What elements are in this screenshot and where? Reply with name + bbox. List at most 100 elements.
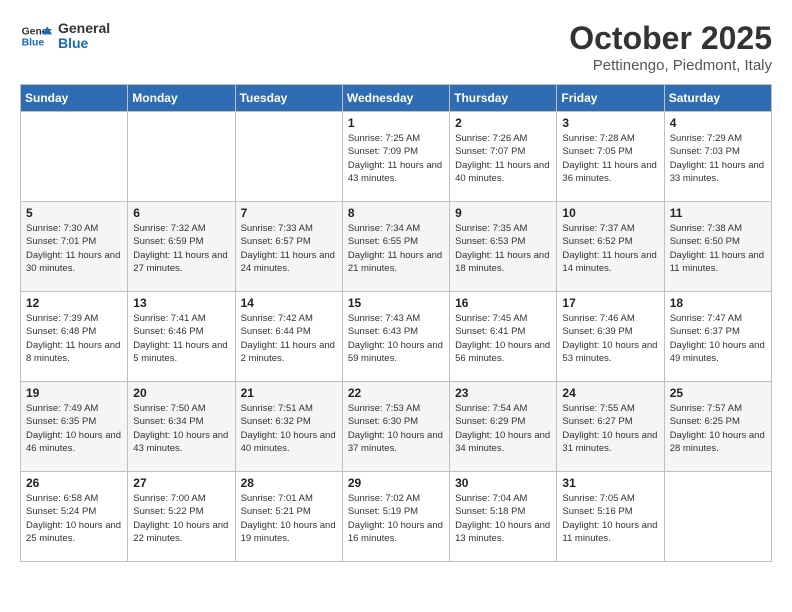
day-info: Sunrise: 7:01 AM Sunset: 5:21 PM Dayligh… [241, 492, 337, 545]
column-header-wednesday: Wednesday [342, 85, 449, 112]
day-info: Sunrise: 7:00 AM Sunset: 5:22 PM Dayligh… [133, 492, 229, 545]
day-cell: 9Sunrise: 7:35 AM Sunset: 6:53 PM Daylig… [450, 202, 557, 292]
day-info: Sunrise: 6:58 AM Sunset: 5:24 PM Dayligh… [26, 492, 122, 545]
day-cell: 27 Sunrise: 7:00 AM Sunset: 5:22 PM Dayli… [128, 472, 235, 562]
day-number: 18 [670, 296, 766, 310]
day-number: 23 [455, 386, 551, 400]
day-number: 4 [670, 116, 766, 130]
day-number: 22 [348, 386, 444, 400]
day-info: Sunrise: 7:50 AM Sunset: 6:34 PM Dayligh… [133, 402, 229, 455]
day-cell [21, 112, 128, 202]
column-header-tuesday: Tuesday [235, 85, 342, 112]
page-header: General Blue General Blue October 2025 P… [20, 20, 772, 74]
day-info: Sunrise: 7:02 AM Sunset: 5:19 PM Dayligh… [348, 492, 444, 545]
column-header-thursday: Thursday [450, 85, 557, 112]
day-cell: 25 Sunrise: 7:57 AM Sunset: 6:25 PM Dayli… [664, 382, 771, 472]
day-cell: 18 Sunrise: 7:47 AM Sunset: 6:37 PM Dayli… [664, 292, 771, 382]
day-cell: 16Sunrise: 7:45 AM Sunset: 6:41 PM Dayli… [450, 292, 557, 382]
day-cell: 5 Sunrise: 7:30 AM Sunset: 7:01 PM Daylig… [21, 202, 128, 292]
day-cell: 23Sunrise: 7:54 AM Sunset: 6:29 PM Dayli… [450, 382, 557, 472]
day-cell: 29 Sunrise: 7:02 AM Sunset: 5:19 PM Dayli… [342, 472, 449, 562]
day-info: Sunrise: 7:55 AM Sunset: 6:27 PM Dayligh… [562, 402, 658, 455]
day-info: Sunrise: 7:57 AM Sunset: 6:25 PM Dayligh… [670, 402, 766, 455]
day-info: Sunrise: 7:37 AM Sunset: 6:52 PM Dayligh… [562, 222, 658, 275]
day-cell: 28Sunrise: 7:01 AM Sunset: 5:21 PM Dayli… [235, 472, 342, 562]
day-info: Sunrise: 7:46 AM Sunset: 6:39 PM Dayligh… [562, 312, 658, 365]
day-cell: 15 Sunrise: 7:43 AM Sunset: 6:43 PM Dayli… [342, 292, 449, 382]
day-cell: 14Sunrise: 7:42 AM Sunset: 6:44 PM Dayli… [235, 292, 342, 382]
day-number: 25 [670, 386, 766, 400]
column-header-monday: Monday [128, 85, 235, 112]
title-block: October 2025 Pettinengo, Piedmont, Italy [569, 20, 772, 74]
month-title: October 2025 [569, 20, 772, 57]
week-row-5: 26 Sunrise: 6:58 AM Sunset: 5:24 PM Dayli… [21, 472, 772, 562]
day-info: Sunrise: 7:53 AM Sunset: 6:30 PM Dayligh… [348, 402, 444, 455]
day-cell: 11Sunrise: 7:38 AM Sunset: 6:50 PM Dayli… [664, 202, 771, 292]
day-cell: 10 Sunrise: 7:37 AM Sunset: 6:52 PM Dayli… [557, 202, 664, 292]
day-cell: 6 Sunrise: 7:32 AM Sunset: 6:59 PM Daylig… [128, 202, 235, 292]
day-number: 8 [348, 206, 444, 220]
day-number: 6 [133, 206, 229, 220]
logo-icon: General Blue [20, 20, 52, 52]
day-cell: 4 Sunrise: 7:29 AM Sunset: 7:03 PM Daylig… [664, 112, 771, 202]
day-info: Sunrise: 7:33 AM Sunset: 6:57 PM Dayligh… [241, 222, 337, 275]
day-number: 29 [348, 476, 444, 490]
day-info: Sunrise: 7:04 AM Sunset: 5:18 PM Dayligh… [455, 492, 551, 545]
day-cell: 2 Sunrise: 7:26 AM Sunset: 7:07 PM Daylig… [450, 112, 557, 202]
day-info: Sunrise: 7:47 AM Sunset: 6:37 PM Dayligh… [670, 312, 766, 365]
day-number: 19 [26, 386, 122, 400]
day-cell [128, 112, 235, 202]
calendar-table: SundayMondayTuesdayWednesdayThursdayFrid… [20, 84, 772, 562]
column-header-sunday: Sunday [21, 85, 128, 112]
day-info: Sunrise: 7:51 AM Sunset: 6:32 PM Dayligh… [241, 402, 337, 455]
day-number: 3 [562, 116, 658, 130]
day-info: Sunrise: 7:41 AM Sunset: 6:46 PM Dayligh… [133, 312, 229, 365]
day-info: Sunrise: 7:25 AM Sunset: 7:09 PM Dayligh… [348, 132, 444, 185]
day-cell: 3 Sunrise: 7:28 AM Sunset: 7:05 PM Daylig… [557, 112, 664, 202]
day-cell [235, 112, 342, 202]
day-cell: 24 Sunrise: 7:55 AM Sunset: 6:27 PM Dayli… [557, 382, 664, 472]
day-info: Sunrise: 7:32 AM Sunset: 6:59 PM Dayligh… [133, 222, 229, 275]
day-number: 27 [133, 476, 229, 490]
day-number: 1 [348, 116, 444, 130]
day-number: 26 [26, 476, 122, 490]
day-info: Sunrise: 7:45 AM Sunset: 6:41 PM Dayligh… [455, 312, 551, 365]
day-number: 10 [562, 206, 658, 220]
day-info: Sunrise: 7:38 AM Sunset: 6:50 PM Dayligh… [670, 222, 766, 275]
day-info: Sunrise: 7:28 AM Sunset: 7:05 PM Dayligh… [562, 132, 658, 185]
day-cell: 7 Sunrise: 7:33 AM Sunset: 6:57 PM Daylig… [235, 202, 342, 292]
day-info: Sunrise: 7:30 AM Sunset: 7:01 PM Dayligh… [26, 222, 122, 275]
day-number: 5 [26, 206, 122, 220]
day-number: 30 [455, 476, 551, 490]
day-number: 13 [133, 296, 229, 310]
day-cell: 20Sunrise: 7:50 AM Sunset: 6:34 PM Dayli… [128, 382, 235, 472]
calendar-header-row: SundayMondayTuesdayWednesdayThursdayFrid… [21, 85, 772, 112]
logo-general: General [58, 21, 110, 36]
day-number: 17 [562, 296, 658, 310]
week-row-3: 12 Sunrise: 7:39 AM Sunset: 6:48 PM Dayli… [21, 292, 772, 382]
week-row-1: 1 Sunrise: 7:25 AM Sunset: 7:09 PM Daylig… [21, 112, 772, 202]
day-cell [664, 472, 771, 562]
day-cell: 12 Sunrise: 7:39 AM Sunset: 6:48 PM Dayli… [21, 292, 128, 382]
day-info: Sunrise: 7:29 AM Sunset: 7:03 PM Dayligh… [670, 132, 766, 185]
day-number: 12 [26, 296, 122, 310]
day-number: 9 [455, 206, 551, 220]
day-number: 15 [348, 296, 444, 310]
day-cell: 31 Sunrise: 7:05 AM Sunset: 5:16 PM Dayli… [557, 472, 664, 562]
day-number: 2 [455, 116, 551, 130]
day-number: 7 [241, 206, 337, 220]
week-row-2: 5 Sunrise: 7:30 AM Sunset: 7:01 PM Daylig… [21, 202, 772, 292]
day-info: Sunrise: 7:26 AM Sunset: 7:07 PM Dayligh… [455, 132, 551, 185]
day-cell: 8Sunrise: 7:34 AM Sunset: 6:55 PM Daylig… [342, 202, 449, 292]
svg-text:Blue: Blue [22, 38, 45, 49]
day-number: 31 [562, 476, 658, 490]
day-info: Sunrise: 7:43 AM Sunset: 6:43 PM Dayligh… [348, 312, 444, 365]
day-info: Sunrise: 7:05 AM Sunset: 5:16 PM Dayligh… [562, 492, 658, 545]
logo-blue: Blue [58, 36, 110, 51]
day-info: Sunrise: 7:39 AM Sunset: 6:48 PM Dayligh… [26, 312, 122, 365]
location-subtitle: Pettinengo, Piedmont, Italy [569, 57, 772, 74]
day-info: Sunrise: 7:42 AM Sunset: 6:44 PM Dayligh… [241, 312, 337, 365]
day-number: 24 [562, 386, 658, 400]
day-cell: 17 Sunrise: 7:46 AM Sunset: 6:39 PM Dayli… [557, 292, 664, 382]
day-cell: 30 Sunrise: 7:04 AM Sunset: 5:18 PM Dayli… [450, 472, 557, 562]
